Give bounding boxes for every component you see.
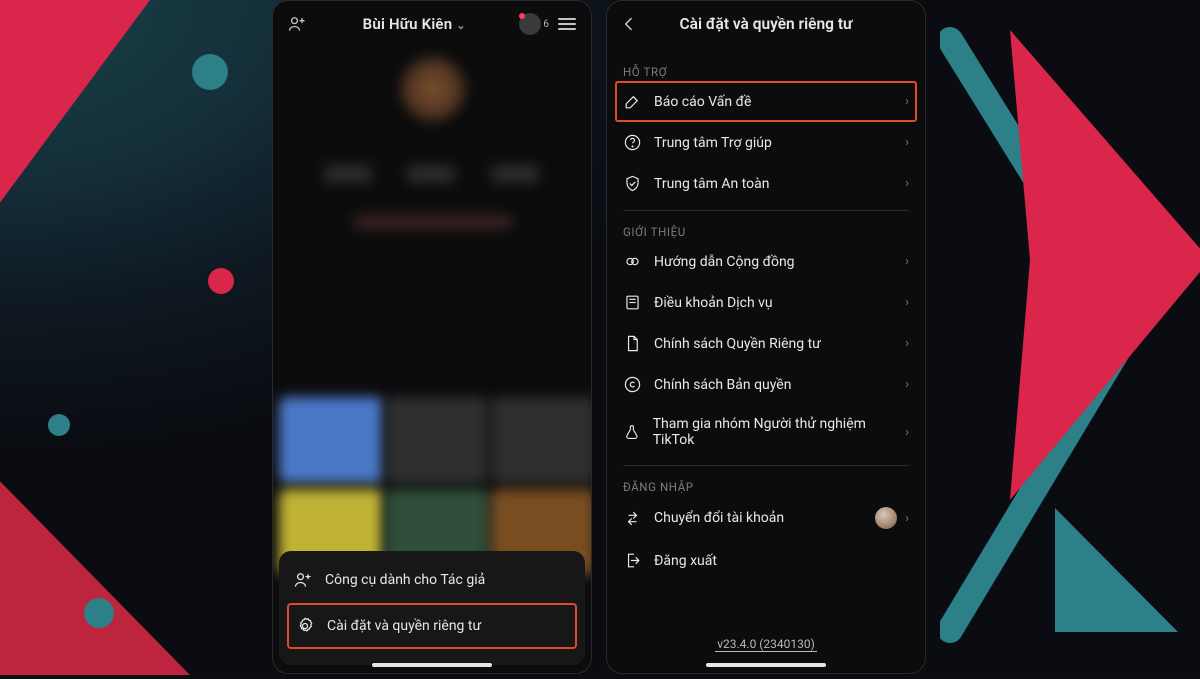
chevron-right-icon: › <box>905 377 909 392</box>
back-button[interactable] <box>617 12 641 36</box>
profile-body-blurred <box>273 47 591 583</box>
row-label: Trung tâm Trợ giúp <box>654 135 772 151</box>
row-report-problem[interactable]: Báo cáo Vấn đề › <box>615 81 917 122</box>
sheet-item-creator-tools[interactable]: Công cụ dành cho Tác giả <box>287 557 577 603</box>
row-community-guidelines[interactable]: Hướng dẫn Cộng đồng › <box>621 241 911 282</box>
divider <box>623 465 909 466</box>
row-switch-account[interactable]: Chuyển đổi tài khoản › <box>621 496 911 540</box>
row-label: Tham gia nhóm Người thử nghiệm TikTok <box>653 416 893 448</box>
chevron-right-icon: › <box>905 176 909 191</box>
sheet-item-label: Công cụ dành cho Tác giả <box>325 572 485 588</box>
copyright-icon <box>623 375 642 394</box>
home-indicator <box>372 663 492 667</box>
row-safety-center[interactable]: Trung tâm An toàn › <box>621 163 911 204</box>
chevron-right-icon: › <box>905 254 909 269</box>
chevron-right-icon: › <box>905 425 909 440</box>
chevron-right-icon: › <box>905 511 909 526</box>
username-label: Bùi Hữu Kiên <box>363 15 453 33</box>
row-label: Chính sách Bản quyền <box>654 377 791 393</box>
decoration-left <box>0 0 260 675</box>
row-label: Trung tâm An toàn <box>654 176 769 192</box>
row-label: Chuyển đổi tài khoản <box>654 510 784 526</box>
flask-icon <box>623 423 641 442</box>
add-user-icon[interactable] <box>285 12 309 36</box>
row-terms-of-service[interactable]: Điều khoản Dịch vụ › <box>621 282 911 323</box>
document-icon <box>623 334 642 353</box>
decoration-dot <box>48 414 70 436</box>
decoration-dot <box>84 598 114 628</box>
chevron-right-icon: › <box>905 135 909 150</box>
phone-profile: Bùi Hữu Kiên⌄ 6 Công cụ dành cho Tác giả… <box>272 0 592 674</box>
profile-header: Bùi Hữu Kiên⌄ 6 <box>273 1 591 47</box>
book-icon <box>623 293 642 312</box>
link-icon <box>623 252 642 271</box>
row-label: Điều khoản Dịch vụ <box>654 295 773 311</box>
hamburger-menu-icon[interactable] <box>555 12 579 36</box>
bottom-sheet: Công cụ dành cho Tác giả Cài đặt và quyề… <box>279 551 585 665</box>
switch-icon <box>623 509 642 528</box>
add-user-icon <box>293 570 313 590</box>
row-logout[interactable]: Đăng xuất <box>621 540 911 581</box>
row-help-center[interactable]: Trung tâm Trợ giúp › <box>621 122 911 163</box>
logout-icon <box>623 551 642 570</box>
row-beta-tester[interactable]: Tham gia nhóm Người thử nghiệm TikTok › <box>621 405 911 459</box>
chevron-down-icon: ⌄ <box>456 19 465 32</box>
row-label: Đăng xuất <box>654 553 717 569</box>
badge-count: 6 <box>543 19 549 30</box>
section-label-login: ĐĂNG NHẬP <box>623 480 909 494</box>
home-indicator <box>706 663 826 667</box>
sheet-item-settings-privacy[interactable]: Cài đặt và quyền riêng tư <box>287 603 577 649</box>
phone-settings: Cài đặt và quyền riêng tư HỖ TRỢ Báo cáo… <box>606 0 926 674</box>
section-label-about: GIỚI THIỆU <box>623 225 909 239</box>
avatar <box>875 507 897 529</box>
decoration-right <box>940 0 1200 675</box>
chevron-right-icon: › <box>905 295 909 310</box>
chevron-right-icon: › <box>905 336 909 351</box>
version-text: v23.4.0 (2340130) <box>607 637 925 651</box>
row-privacy-policy[interactable]: Chính sách Quyền Riêng tư › <box>621 323 911 364</box>
sheet-item-label: Cài đặt và quyền riêng tư <box>327 618 481 634</box>
gear-icon <box>295 616 315 636</box>
shield-icon <box>623 174 642 193</box>
settings-title: Cài đặt và quyền riêng tư <box>641 15 891 33</box>
row-copyright-policy[interactable]: Chính sách Bản quyền › <box>621 364 911 405</box>
chevron-right-icon: › <box>905 94 909 109</box>
row-label: Hướng dẫn Cộng đồng <box>654 254 795 270</box>
row-label: Báo cáo Vấn đề <box>654 94 751 110</box>
section-label-support: HỖ TRỢ <box>623 65 909 79</box>
username-dropdown[interactable]: Bùi Hữu Kiên⌄ <box>309 15 519 33</box>
help-icon <box>623 133 642 152</box>
decoration-dot <box>192 54 228 90</box>
pencil-icon <box>623 92 642 111</box>
row-label: Chính sách Quyền Riêng tư <box>654 336 821 352</box>
decoration-dot <box>208 268 234 294</box>
divider <box>623 210 909 211</box>
settings-header: Cài đặt và quyền riêng tư <box>607 1 925 47</box>
